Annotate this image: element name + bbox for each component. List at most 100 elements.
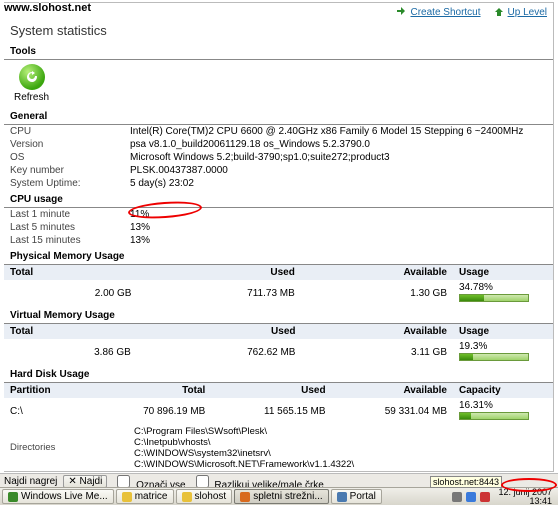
virt-usage-pct: 19.3%: [459, 341, 487, 352]
virt-usage-fill: [460, 354, 473, 360]
uptime-label: System Uptime:: [10, 178, 130, 189]
tray-time: 13:41: [498, 497, 552, 506]
create-shortcut-label: Create Shortcut: [410, 7, 480, 18]
col-total: Total: [4, 265, 137, 280]
phys-usage-fill: [460, 295, 484, 301]
cpu-label: CPU: [10, 126, 130, 137]
taskbar-item-live-messenger[interactable]: Windows Live Me...: [2, 489, 114, 504]
table-row: 3.86 GB 762.62 MB 3.11 GB 19.3%: [4, 339, 553, 365]
refresh-icon: [19, 64, 45, 90]
cpu-15m-label: Last 15 minutes: [10, 235, 130, 246]
section-tools: Tools: [4, 44, 553, 60]
task-label: spletni strežni...: [253, 490, 322, 504]
taskbar: Windows Live Me... matrice slohost splet…: [0, 487, 558, 505]
dir-line: C:\WINDOWS\system32\inetsrv\: [134, 448, 547, 459]
folder-icon: [122, 492, 132, 502]
task-label: Portal: [350, 490, 376, 504]
tray-icon: [452, 492, 462, 502]
task-label: slohost: [195, 490, 227, 504]
section-cpu-usage: CPU usage: [4, 192, 553, 208]
col-total: Total: [90, 383, 211, 398]
dir-line: C:\Program Files\SWsoft\Plesk\: [134, 426, 547, 437]
virt-total: 3.86 GB: [4, 339, 137, 365]
disk-used: 11 565.15 MB: [211, 398, 331, 424]
key-label: Key number: [10, 165, 130, 176]
disk-avail: 59 331.04 MB: [332, 398, 453, 424]
os-label: OS: [10, 152, 130, 163]
up-level-icon: [493, 6, 505, 18]
phys-used: 711.73 MB: [137, 280, 300, 306]
version-label: Version: [10, 139, 130, 150]
annotation-circle-date: [501, 478, 557, 492]
version-value: psa v8.1.0_build20061129.18 os_Windows 5…: [130, 139, 547, 150]
col-capacity: Capacity: [453, 383, 553, 398]
section-virt-mem: Virtual Memory Usage: [4, 308, 553, 324]
tray-icon: [480, 492, 490, 502]
url-watermark: www.slohost.net: [4, 2, 91, 14]
col-available: Available: [301, 324, 453, 339]
folder-icon: [182, 492, 192, 502]
disk-table: Partition Total Used Available Capacity …: [4, 383, 553, 424]
section-hard-disk: Hard Disk Usage: [4, 367, 553, 383]
section-phys-mem: Physical Memory Usage: [4, 249, 553, 265]
virt-mem-table: Total Used Available Usage 3.86 GB 762.6…: [4, 324, 553, 365]
uptime-value: 5 day(s) 23:02: [130, 178, 547, 189]
find-button[interactable]: ✕ Najdi: [63, 475, 107, 488]
phys-usage-bar: [459, 294, 529, 302]
cpu-value: Intel(R) Core(TM)2 CPU 6600 @ 2.40GHz x8…: [130, 126, 547, 137]
col-usage: Usage: [453, 265, 553, 280]
cpu-5m-label: Last 5 minutes: [10, 222, 130, 233]
taskbar-item-matrice[interactable]: matrice: [116, 489, 174, 504]
cpu-1m-label: Last 1 minute: [10, 209, 130, 220]
col-usage: Usage: [453, 324, 553, 339]
tray-tooltip: slohost.net:8443: [430, 476, 502, 488]
table-row: 2.00 GB 711.73 MB 1.30 GB 34.78%: [4, 280, 553, 306]
col-available: Available: [301, 265, 453, 280]
messenger-icon: [8, 492, 18, 502]
up-level-label: Up Level: [508, 7, 547, 18]
col-used: Used: [137, 324, 302, 339]
dir-line: C:\WINDOWS\Microsoft.NET\Framework\v1.1.…: [134, 459, 547, 470]
taskbar-item-spletni[interactable]: spletni strežni...: [234, 489, 328, 504]
page-title: System statistics: [4, 21, 553, 42]
task-label: Windows Live Me...: [21, 490, 108, 504]
col-used: Used: [211, 383, 331, 398]
table-row: C:\ 70 896.19 MB 11 565.15 MB 59 331.04 …: [4, 398, 553, 424]
col-total: Total: [4, 324, 137, 339]
disk-capacity-pct: 16.31%: [459, 400, 493, 411]
find-button-label: Najdi: [80, 476, 103, 487]
phys-total: 2.00 GB: [4, 280, 137, 306]
section-general: General: [4, 109, 553, 125]
taskbar-item-slohost[interactable]: slohost: [176, 489, 233, 504]
phys-avail: 1.30 GB: [301, 280, 453, 306]
system-tray: slohost.net:8443 12. junij 2007 13:41: [448, 488, 556, 505]
key-value: PLSK.00437387.0000: [130, 165, 547, 176]
phys-usage-pct: 34.78%: [459, 282, 493, 293]
task-label: matrice: [135, 490, 168, 504]
virt-avail: 3.11 GB: [301, 339, 453, 365]
col-available: Available: [332, 383, 453, 398]
tray-icon: [466, 492, 476, 502]
main-panel: Create Shortcut Up Level System statisti…: [4, 2, 554, 472]
col-partition: Partition: [4, 383, 90, 398]
virt-used: 762.62 MB: [137, 339, 302, 365]
create-shortcut-link[interactable]: Create Shortcut: [395, 6, 480, 18]
os-value: Microsoft Windows 5.2;build-3790;sp1.0;s…: [130, 152, 547, 163]
disk-capacity-fill: [460, 413, 471, 419]
disk-total: 70 896.19 MB: [90, 398, 211, 424]
cpu-15m-value: 13%: [130, 235, 547, 246]
refresh-label: Refresh: [14, 92, 49, 103]
disk-capacity-bar: [459, 412, 529, 420]
cpu-5m-value: 13%: [130, 222, 547, 233]
virt-usage-bar: [459, 353, 529, 361]
find-next-label: Najdi nagrej: [4, 476, 57, 487]
disk-partition: C:\: [4, 398, 90, 424]
shortcut-icon: [395, 6, 407, 18]
up-level-link[interactable]: Up Level: [493, 6, 547, 18]
refresh-button[interactable]: Refresh: [14, 64, 49, 103]
ie-icon: [337, 492, 347, 502]
dir-line: C:\Inetpub\vhosts\: [134, 437, 547, 448]
col-used: Used: [137, 265, 300, 280]
directories-label: Directories: [10, 442, 55, 453]
taskbar-item-portal[interactable]: Portal: [331, 489, 382, 504]
